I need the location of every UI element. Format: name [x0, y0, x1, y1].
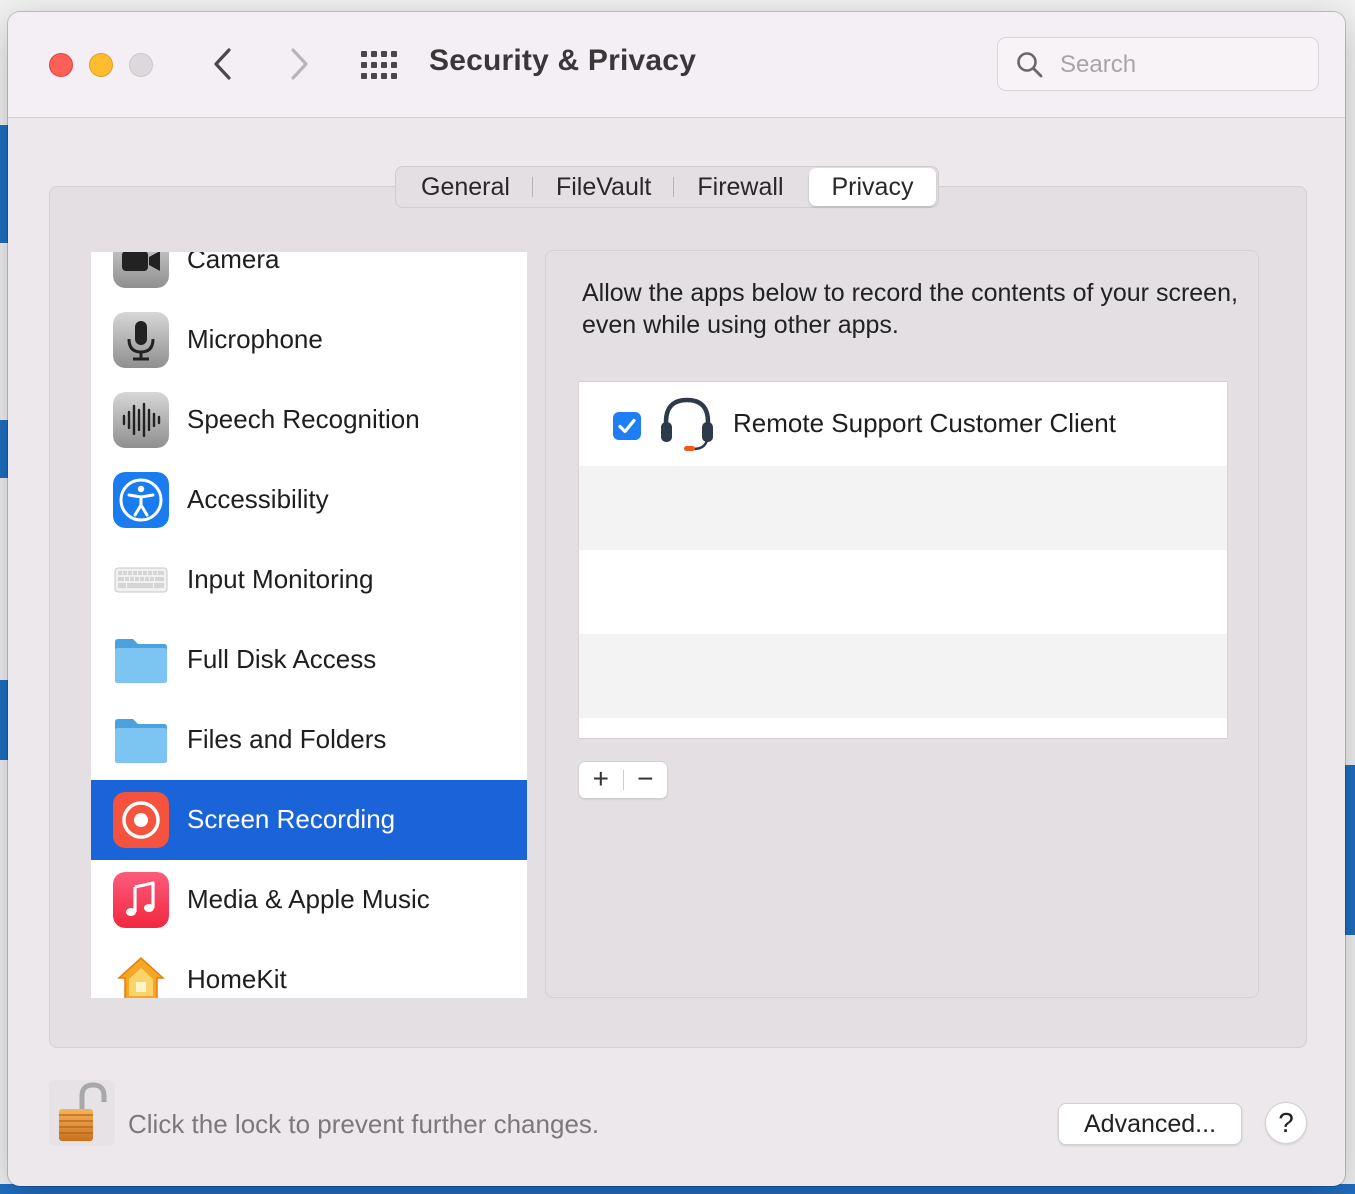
unlocked-padlock-icon: [59, 1082, 107, 1141]
app-checkbox[interactable]: [613, 412, 641, 440]
back-button[interactable]: [204, 44, 244, 84]
app-name: Remote Support Customer Client: [733, 408, 1116, 438]
accessibility-icon: [113, 472, 169, 528]
tab-privacy[interactable]: Privacy: [808, 168, 937, 206]
desktop-strip: [1345, 765, 1355, 935]
sidebar-item-homekit[interactable]: HomeKit: [91, 940, 527, 998]
grid-icon: [361, 51, 397, 79]
sidebar-item-screen-recording[interactable]: Screen Recording: [91, 780, 527, 860]
lock-status-text: Click the lock to prevent further change…: [128, 1109, 600, 1139]
camera-icon: [113, 252, 169, 288]
sidebar-item-speech-recognition[interactable]: Speech Recognition: [91, 380, 527, 460]
sidebar-item-files-and-folders[interactable]: Files and Folders: [91, 700, 527, 780]
sidebar-item-label: Accessibility: [187, 484, 329, 514]
sidebar-item-camera[interactable]: Camera: [91, 252, 527, 300]
system-preferences-window: Security & Privacy General FileVault Fir…: [8, 12, 1345, 1186]
lock-button[interactable]: [49, 1080, 115, 1146]
search-icon: [1017, 52, 1043, 78]
chevron-left-icon: [214, 48, 231, 80]
forward-button[interactable]: [278, 44, 318, 84]
sidebar-item-microphone[interactable]: Microphone: [91, 300, 527, 380]
home-icon: [117, 956, 165, 998]
headset-icon: [661, 397, 713, 451]
chevron-right-icon: [291, 48, 308, 80]
microphone-icon: [113, 312, 169, 368]
empty-row: [579, 466, 1227, 550]
sidebar-item-label: HomeKit: [187, 964, 287, 994]
search-field[interactable]: [997, 37, 1319, 91]
description-text: Allow the apps below to record the conte…: [582, 279, 1238, 339]
minimize-button[interactable]: [89, 53, 113, 77]
sidebar-item-full-disk-access[interactable]: Full Disk Access: [91, 620, 527, 700]
sidebar-item-media-apple-music[interactable]: Media & Apple Music: [91, 860, 527, 940]
empty-row: [579, 634, 1227, 718]
tab-general[interactable]: General: [398, 168, 533, 206]
add-remove-control: + −: [578, 761, 668, 799]
tab-firewall[interactable]: Firewall: [674, 168, 806, 206]
zoom-button[interactable]: [129, 53, 153, 77]
sidebar-item-label: Camera: [187, 252, 280, 274]
search-input[interactable]: [1058, 48, 1302, 82]
tab-filevault[interactable]: FileVault: [533, 168, 675, 206]
folder-icon: [115, 719, 167, 763]
sidebar-item-label: Full Disk Access: [187, 644, 377, 674]
remove-button[interactable]: −: [624, 762, 668, 798]
tab-bar: General FileVault Firewall Privacy: [395, 166, 940, 208]
app-list[interactable]: Remote Support Customer Client: [578, 381, 1228, 739]
detail-pane: Allow the apps below to record the conte…: [545, 250, 1259, 998]
folder-icon: [115, 639, 167, 683]
privacy-category-list[interactable]: Camera Microphone Speech Recognition Acc…: [91, 252, 527, 998]
close-button[interactable]: [49, 53, 73, 77]
sidebar-item-label: Input Monitoring: [187, 564, 374, 594]
empty-row: [579, 550, 1227, 634]
waveform-icon: [113, 392, 169, 448]
show-all-button[interactable]: [358, 50, 400, 80]
music-icon: [113, 872, 169, 928]
sidebar-item-label: Media & Apple Music: [187, 884, 430, 914]
privacy-category-list-content: Camera Microphone Speech Recognition Acc…: [91, 252, 527, 998]
checkmark-icon: [618, 418, 636, 434]
add-button[interactable]: +: [579, 762, 623, 798]
sidebar-item-accessibility[interactable]: Accessibility: [91, 460, 527, 540]
list-item[interactable]: Remote Support Customer Client: [579, 382, 1227, 466]
sidebar-item-label: Microphone: [187, 324, 323, 354]
keyboard-icon: [114, 567, 168, 593]
screen-recording-icon: [113, 792, 169, 848]
advanced-button[interactable]: Advanced...: [1058, 1103, 1242, 1145]
window-title: Security & Privacy: [429, 44, 697, 77]
title-bar: Security & Privacy: [8, 12, 1345, 118]
sidebar-item-label: Screen Recording: [187, 804, 396, 834]
sidebar-item-input-monitoring[interactable]: Input Monitoring: [91, 540, 527, 620]
sidebar-item-label: Files and Folders: [187, 724, 387, 754]
help-button[interactable]: ?: [1265, 1102, 1307, 1144]
sidebar-item-label: Speech Recognition: [187, 404, 420, 434]
